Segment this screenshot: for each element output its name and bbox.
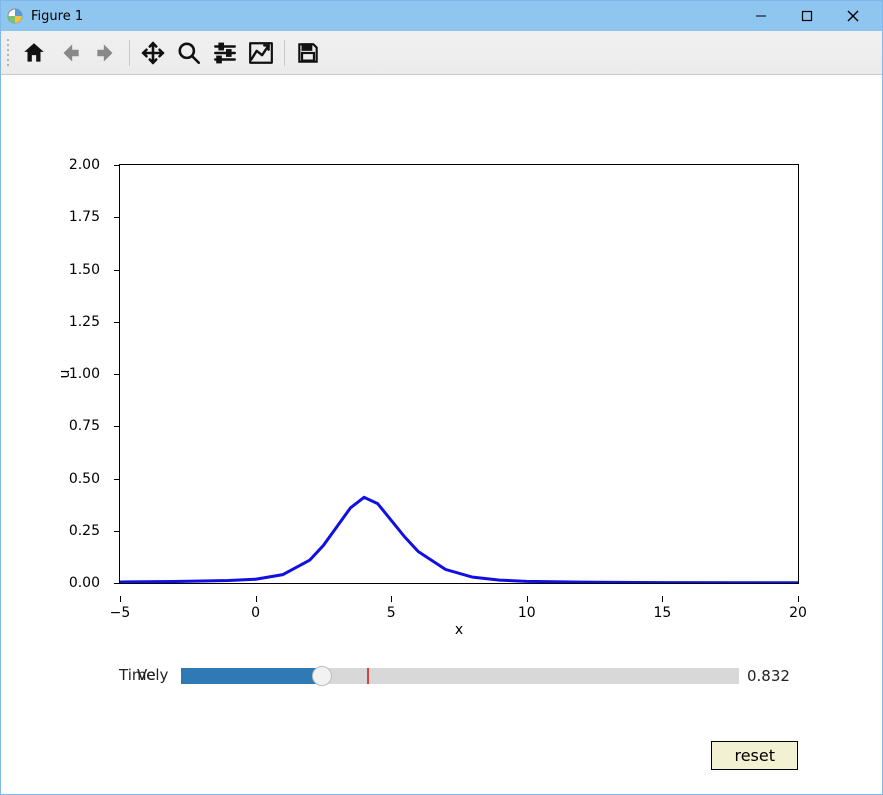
toolbar-grip (5, 38, 11, 68)
plot-axes[interactable]: 0.000.250.500.751.001.251.501.752.00−505… (119, 164, 799, 584)
figure-toolbar (1, 31, 882, 75)
toolbar-separator (284, 40, 285, 66)
slider-label-2: Vely (137, 666, 168, 684)
slider-initial-mark (367, 668, 369, 684)
x-axis-label: x (455, 622, 463, 638)
app-icon (7, 8, 23, 24)
zoom-button[interactable] (172, 36, 206, 70)
home-button[interactable] (17, 36, 51, 70)
close-button[interactable] (830, 1, 876, 31)
maximize-button[interactable] (784, 1, 830, 31)
figure-canvas: u x 0.000.250.500.751.001.251.501.752.00… (1, 76, 882, 794)
slider-label-stack: Time Vely (119, 666, 177, 686)
window-title: Figure 1 (31, 9, 83, 24)
slider-track[interactable] (181, 668, 739, 684)
slider-value: 0.832 (747, 667, 799, 685)
window-title-bar: Figure 1 (1, 1, 882, 31)
edit-axes-button[interactable] (244, 36, 278, 70)
slider-fill (181, 668, 322, 684)
toolbar-separator (129, 40, 130, 66)
minimize-button[interactable] (738, 1, 784, 31)
plot-line (120, 165, 798, 583)
forward-button[interactable] (89, 36, 123, 70)
pan-button[interactable] (136, 36, 170, 70)
time-slider[interactable]: Time Vely 0.832 (119, 666, 799, 686)
reset-button-label: reset (734, 746, 775, 765)
save-button[interactable] (291, 36, 325, 70)
back-button[interactable] (53, 36, 87, 70)
slider-handle[interactable] (312, 666, 332, 686)
reset-button[interactable]: reset (711, 741, 798, 770)
configure-subplots-button[interactable] (208, 36, 242, 70)
